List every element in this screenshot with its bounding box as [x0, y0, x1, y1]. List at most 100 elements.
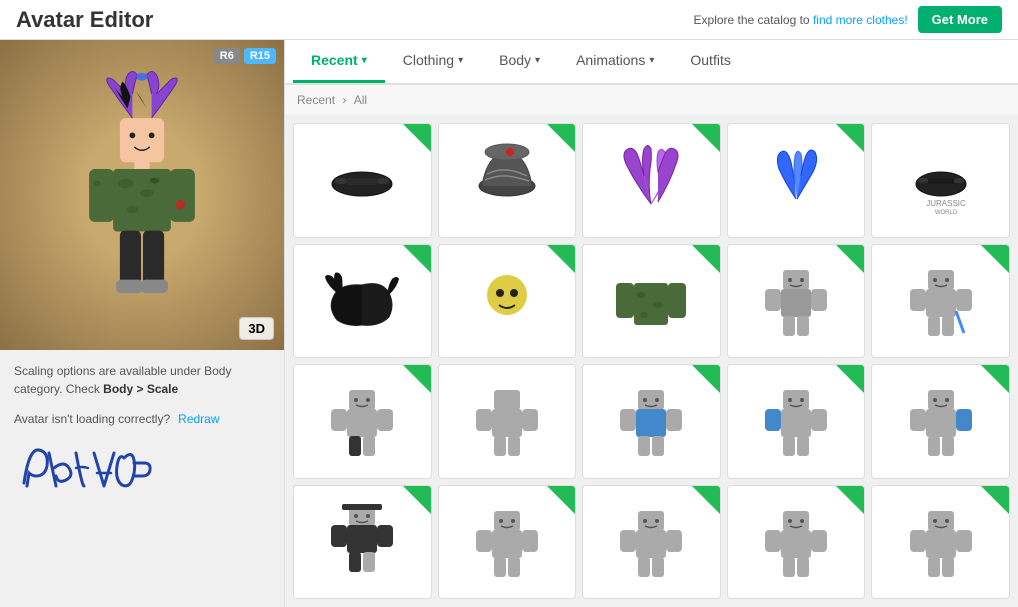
- item-card[interactable]: Item 18: [582, 485, 721, 600]
- item-card[interactable]: Beautiful Hair f...: [293, 244, 432, 359]
- item-name: Korblox Deaths...: [294, 475, 431, 479]
- item-card[interactable]: Roblox 2.0 Rign...: [871, 364, 1010, 479]
- item-thumb: [294, 124, 431, 234]
- owned-badge: [981, 486, 1009, 514]
- tab-animations-arrow: ▾: [649, 55, 654, 66]
- owned-badge: [547, 486, 575, 514]
- page-title: Avatar Editor: [16, 7, 153, 33]
- item-card[interactable]: Amethyst Antlers: [582, 123, 721, 238]
- item-card[interactable]: Item 16: [293, 485, 432, 600]
- redraw-text: Avatar isn't loading correctly?: [14, 412, 170, 426]
- owned-badge: [692, 124, 720, 152]
- tab-recent-label: Recent: [311, 52, 358, 68]
- item-name: Roblox 2.0 Left ...: [728, 475, 865, 479]
- 3d-button[interactable]: 3D: [239, 317, 274, 340]
- item-name: Item 19: [728, 596, 865, 600]
- content-area: Recent ▾ Clothing ▾ Body ▾ Animations ▾ …: [285, 40, 1018, 607]
- item-card[interactable]: Roblox 2.0 Left ...: [727, 364, 866, 479]
- item-card[interactable]: Korblox Deaths...: [293, 364, 432, 479]
- item-card[interactable]: thug: [727, 244, 866, 359]
- tabs-bar: Recent ▾ Clothing ▾ Body ▾ Animations ▾ …: [285, 40, 1018, 85]
- redraw-button[interactable]: Redraw: [178, 412, 219, 426]
- item-card[interactable]: Bighead: [438, 244, 577, 359]
- main-layout: R6 R15: [0, 40, 1018, 607]
- owned-badge: [403, 365, 431, 393]
- owned-badge: [547, 124, 575, 152]
- tab-body-label: Body: [499, 52, 531, 68]
- item-card[interactable]: Superhero Left ...: [871, 244, 1010, 359]
- owned-badge: [547, 245, 575, 273]
- item-name: Headless Head: [439, 475, 576, 479]
- item-name: Beautiful Hair f...: [294, 355, 431, 359]
- tab-outfits[interactable]: Outfits: [672, 40, 748, 83]
- item-name: Item 18: [583, 596, 720, 600]
- item-thumb: [872, 245, 1009, 355]
- tab-recent[interactable]: Recent ▾: [293, 40, 385, 83]
- item-thumb: [583, 124, 720, 234]
- item-card[interactable]: Headless Head: [438, 364, 577, 479]
- body-scale-link[interactable]: Body > Scale: [103, 382, 178, 396]
- item-card[interactable]: Sleek Sunglasses: [293, 123, 432, 238]
- item-thumb: [728, 365, 865, 475]
- tab-animations-label: Animations: [576, 52, 645, 68]
- item-card[interactable]: Item 20: [871, 485, 1010, 600]
- item-thumb: [294, 486, 431, 596]
- svg-text:WORLD: WORLD: [935, 210, 958, 216]
- breadcrumb-recent[interactable]: Recent: [297, 93, 335, 107]
- item-card[interactable]: Blue Spikes of T...: [727, 123, 866, 238]
- tab-outfits-label: Outfits: [690, 52, 730, 68]
- avatar-preview: R6 R15: [0, 40, 284, 350]
- explore-text: Explore the catalog to find more clothes…: [694, 13, 908, 27]
- breadcrumb-separator: ›: [342, 93, 349, 107]
- badge-r15[interactable]: R15: [244, 48, 276, 64]
- item-thumb: [294, 365, 431, 475]
- item-thumb: [583, 365, 720, 475]
- item-name: Jurassic World ...: [872, 234, 1009, 238]
- owned-badge: [403, 124, 431, 152]
- owned-badge: [981, 245, 1009, 273]
- tab-clothing-label: Clothing: [403, 52, 454, 68]
- owned-badge: [836, 245, 864, 273]
- item-thumb: [872, 365, 1009, 475]
- tab-clothing[interactable]: Clothing ▾: [385, 40, 481, 83]
- item-card[interactable]: Bape Trench Co...: [582, 244, 721, 359]
- explore-link[interactable]: find more clothes!: [813, 13, 908, 27]
- item-thumb: [439, 124, 576, 234]
- items-grid: Sleek Sunglasses: [285, 115, 1018, 607]
- item-name: Item 20: [872, 596, 1009, 600]
- item-card[interactable]: The Crook Fedo...: [438, 123, 577, 238]
- item-thumb: [439, 245, 576, 355]
- item-thumb: [728, 486, 865, 596]
- item-name: Bape Trench Co...: [583, 355, 720, 359]
- item-name: Amethyst Antlers: [583, 234, 720, 238]
- item-thumb: [439, 365, 576, 475]
- item-name: Blue Spikes of T...: [728, 234, 865, 238]
- item-name: Roblox 2.0 Torso: [583, 475, 720, 479]
- item-card[interactable]: Item 17: [438, 485, 577, 600]
- item-thumb: [439, 486, 576, 596]
- item-card[interactable]: Roblox 2.0 Torso: [582, 364, 721, 479]
- avatar-character: [67, 70, 217, 320]
- item-name: Roblox 2.0 Rign...: [872, 475, 1009, 479]
- tab-body[interactable]: Body ▾: [481, 40, 558, 83]
- item-thumb: [583, 245, 720, 355]
- proof-watermark: [0, 434, 284, 510]
- sidebar: R6 R15: [0, 40, 285, 607]
- breadcrumb-all[interactable]: All: [354, 93, 367, 107]
- item-card[interactable]: JURASSIC WORLD Jurassic World ...: [871, 123, 1010, 238]
- breadcrumb: Recent › All: [285, 85, 1018, 115]
- item-thumb: [872, 486, 1009, 596]
- item-thumb: JURASSIC WORLD: [872, 124, 1009, 234]
- item-name: Superhero Left ...: [872, 355, 1009, 359]
- tab-body-arrow: ▾: [535, 55, 540, 66]
- svg-text:JURASSIC: JURASSIC: [926, 199, 966, 208]
- get-more-button[interactable]: Get More: [918, 6, 1002, 33]
- header: Avatar Editor Explore the catalog to fin…: [0, 0, 1018, 40]
- owned-badge: [403, 486, 431, 514]
- item-name: Sleek Sunglasses: [294, 234, 431, 238]
- badge-r6[interactable]: R6: [214, 48, 240, 64]
- page-wrapper: Avatar Editor Explore the catalog to fin…: [0, 0, 1018, 607]
- tab-animations[interactable]: Animations ▾: [558, 40, 672, 83]
- header-right: Explore the catalog to find more clothes…: [694, 6, 1002, 33]
- item-card[interactable]: Item 19: [727, 485, 866, 600]
